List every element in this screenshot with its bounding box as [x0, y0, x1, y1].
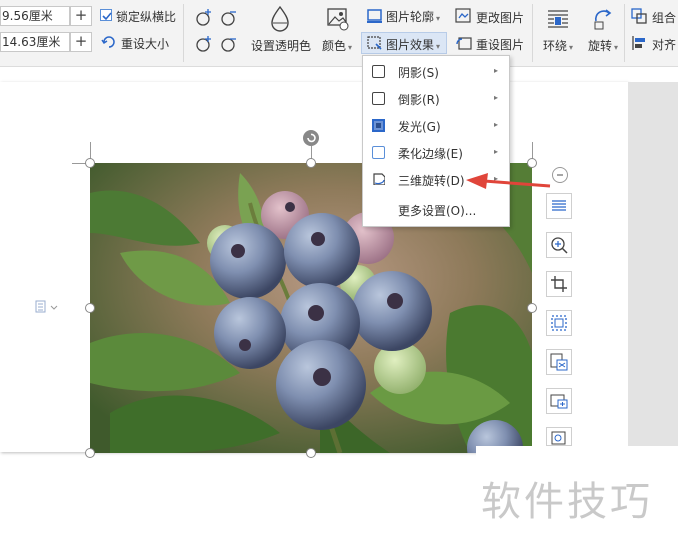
reset-picture-button[interactable]: 重设图片 — [476, 36, 524, 53]
page-gutter — [628, 82, 678, 452]
group-icon[interactable] — [631, 8, 648, 24]
crop-icon — [551, 276, 567, 292]
rotate-handle-icon — [307, 133, 316, 143]
width-increment-button[interactable]: + — [70, 6, 92, 26]
height-field[interactable]: 14.63厘米 — [0, 32, 70, 52]
width-field[interactable]: 9.56厘米 — [0, 6, 70, 26]
separator — [624, 4, 625, 62]
image-tools-icon — [551, 431, 566, 445]
reflection-icon — [372, 92, 385, 105]
collapse-tools-button[interactable] — [552, 167, 568, 183]
menu-item-label: 柔化边缘(E) — [398, 147, 463, 161]
wrap-text-icon[interactable] — [546, 8, 570, 30]
checkmark-icon — [102, 12, 112, 21]
zoom-in-icon — [551, 237, 568, 254]
3d-rotation-icon — [373, 173, 385, 185]
align-button[interactable]: 对齐 — [652, 36, 676, 53]
width-value: 9.56厘米 — [2, 9, 53, 23]
wrap-button[interactable]: 环绕 ▾ — [543, 37, 573, 54]
height-value: 14.63厘米 — [2, 35, 61, 49]
picture-outline-icon[interactable] — [366, 8, 383, 24]
color-label: 颜色 — [322, 39, 347, 53]
resize-handle-bottom[interactable] — [306, 448, 316, 458]
resize-handle-top[interactable] — [306, 158, 316, 168]
align-icon[interactable] — [631, 35, 648, 51]
picture-effects-label: 图片效果 ▾ — [386, 36, 440, 53]
rotate-icon[interactable] — [592, 7, 614, 31]
menu-item-label: 更多设置(O)... — [398, 204, 477, 218]
image-to-text-icon — [550, 353, 568, 371]
color-button[interactable]: 颜色 ▾ — [322, 37, 352, 54]
chevron-down-icon: ▾ — [348, 43, 353, 52]
menu-item-label: 倒影(R) — [398, 93, 440, 107]
reset-size-button[interactable]: 重设大小 — [121, 35, 169, 52]
select-frame-icon — [551, 315, 567, 331]
ribbon-toolbar: 9.56厘米 + 14.63厘米 + 锁定纵横比 重设大小 设置透明色 颜色▾ — [0, 0, 678, 67]
menu-item-reflection[interactable]: 倒影(R) ▸ — [363, 85, 509, 112]
picture-outline-button[interactable]: 图片轮廓 ▾ — [386, 8, 440, 25]
change-picture-button[interactable]: 更改图片 — [476, 9, 524, 26]
menu-item-shadow[interactable]: 阴影(S) ▸ — [363, 58, 509, 85]
submenu-arrow-icon: ▸ — [494, 147, 499, 156]
watermark-text: 软件技巧 — [481, 479, 653, 525]
soft-edge-icon — [372, 146, 385, 159]
menu-item-more-settings[interactable]: 更多设置(O)... — [363, 196, 509, 223]
menu-item-label: 三维旋转(D) — [398, 174, 465, 188]
picture-effects-menu: 阴影(S) ▸ 倒影(R) ▸ 发光(G) ▸ 柔化边缘(E) ▸ 三维旋转(D… — [362, 55, 510, 227]
resize-handle-right[interactable] — [527, 303, 537, 313]
resize-handle-bottom-left[interactable] — [85, 448, 95, 458]
submenu-arrow-icon: ▸ — [494, 120, 499, 129]
rotation-handle[interactable] — [303, 130, 319, 146]
group-button[interactable]: 组合 — [652, 9, 676, 26]
picture-effects-text: 图片效果 — [386, 38, 435, 52]
remove-top-icon[interactable] — [219, 8, 239, 26]
image-translate-button[interactable] — [546, 388, 572, 414]
layout-options-button[interactable] — [546, 193, 572, 219]
zoom-button[interactable] — [546, 232, 572, 258]
shadow-icon — [372, 65, 385, 78]
menu-item-label: 发光(G) — [398, 120, 441, 134]
height-increment-button[interactable]: + — [70, 32, 92, 52]
menu-item-glow[interactable]: 发光(G) ▸ — [363, 112, 509, 139]
reset-size-icon[interactable] — [101, 34, 117, 50]
annotation-arrow — [466, 173, 551, 189]
picture-outline-label: 图片轮廓 — [386, 10, 435, 24]
separator — [532, 4, 533, 62]
separator — [183, 4, 184, 62]
reset-picture-icon[interactable] — [455, 35, 472, 51]
picture-effects-icon — [367, 36, 382, 50]
menu-item-label: 阴影(S) — [398, 66, 439, 80]
select-area-button[interactable] — [546, 310, 572, 336]
remove-bottom-icon[interactable] — [219, 35, 239, 53]
transparent-color-icon[interactable] — [268, 5, 292, 33]
color-icon[interactable] — [326, 6, 350, 32]
lock-ratio-label: 锁定纵横比 — [116, 10, 177, 24]
glow-icon — [372, 119, 385, 132]
add-top-icon[interactable] — [194, 8, 214, 26]
submenu-arrow-icon: ▸ — [494, 66, 499, 75]
resize-handle-top-left[interactable] — [85, 158, 95, 168]
wrap-layout-icon — [552, 200, 566, 211]
add-bottom-icon[interactable] — [194, 35, 214, 53]
chevron-down-icon: ▾ — [569, 43, 574, 52]
more-tools-button[interactable] — [546, 427, 572, 446]
resize-handle-left[interactable] — [85, 303, 95, 313]
menu-item-soft-edge[interactable]: 柔化边缘(E) ▸ — [363, 139, 509, 166]
rotate-button[interactable]: 旋转 ▾ — [588, 37, 618, 54]
paragraph-layout-icon[interactable] — [35, 300, 61, 314]
chevron-down-icon: ▾ — [614, 43, 619, 52]
wrap-label: 环绕 — [543, 39, 568, 53]
chevron-down-icon: ▾ — [436, 42, 441, 51]
change-picture-icon[interactable] — [455, 8, 472, 24]
chevron-down-icon: ▾ — [436, 14, 441, 23]
extract-text-button[interactable] — [546, 349, 572, 375]
minus-icon — [557, 174, 563, 176]
crop-button[interactable] — [546, 271, 572, 297]
image-edit-icon — [550, 394, 568, 409]
submenu-arrow-icon: ▸ — [494, 93, 499, 102]
set-transparent-button[interactable]: 设置透明色 — [251, 37, 311, 54]
lock-ratio-checkbox[interactable] — [100, 9, 112, 21]
resize-handle-top-right[interactable] — [527, 158, 537, 168]
rotate-label: 旋转 — [588, 39, 613, 53]
